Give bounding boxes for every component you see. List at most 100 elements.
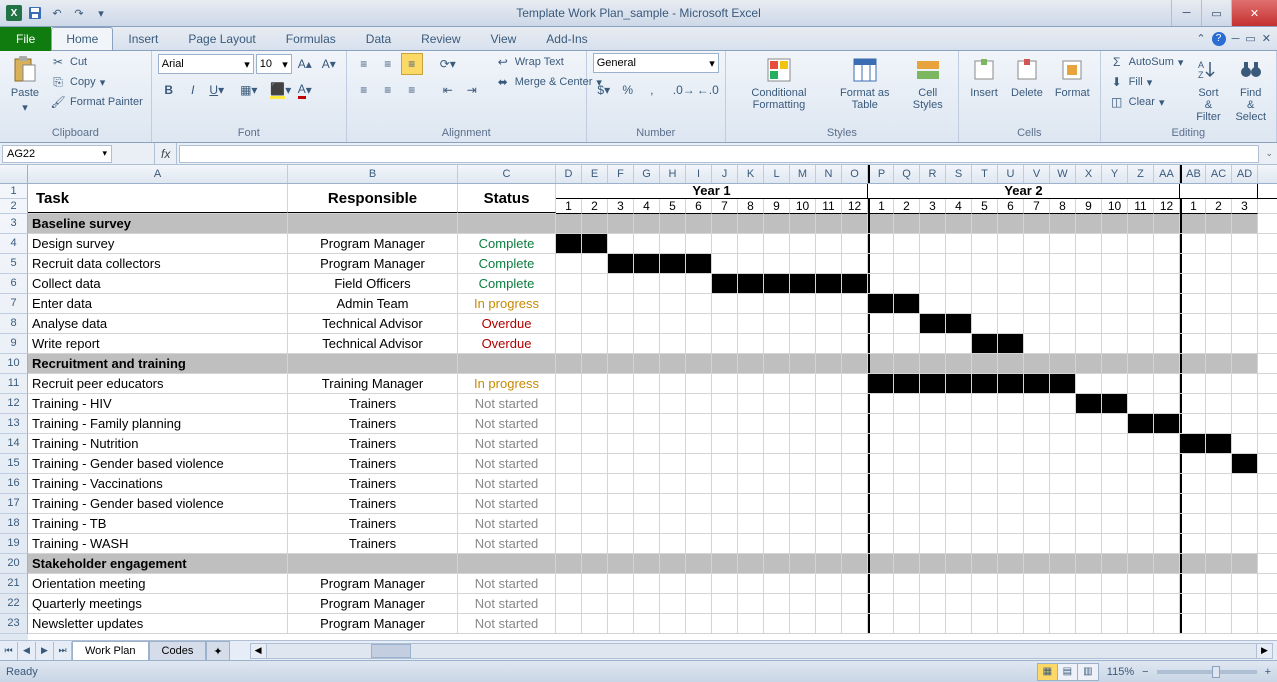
- border-button[interactable]: ▦▾: [238, 79, 260, 101]
- row-header[interactable]: 22: [0, 594, 28, 614]
- row-header[interactable]: 23: [0, 614, 28, 634]
- minimize-button[interactable]: ─: [1171, 0, 1201, 26]
- row-header[interactable]: 6: [0, 274, 28, 294]
- accounting-button[interactable]: $▾: [593, 79, 615, 101]
- row-header[interactable]: 5: [0, 254, 28, 274]
- row-header[interactable]: 18: [0, 514, 28, 534]
- percent-button[interactable]: %: [617, 79, 639, 101]
- last-sheet-button[interactable]: ⏭: [54, 642, 72, 660]
- col-header[interactable]: AB: [1180, 165, 1206, 183]
- fx-button[interactable]: fx: [154, 143, 177, 164]
- col-header[interactable]: AA: [1154, 165, 1180, 183]
- row-header[interactable]: 11: [0, 374, 28, 394]
- align-top-button[interactable]: ≡: [353, 53, 375, 75]
- col-header[interactable]: X: [1076, 165, 1102, 183]
- orientation-button[interactable]: ⟳▾: [437, 53, 459, 75]
- cells-area[interactable]: Task Responsible Status Year 1 Year 2 12…: [28, 184, 1277, 640]
- sort-filter-button[interactable]: AZSort & Filter: [1189, 53, 1227, 125]
- font-size-select[interactable]: 10▾: [256, 54, 292, 74]
- align-center-button[interactable]: ≡: [377, 79, 399, 101]
- zoom-slider[interactable]: [1157, 670, 1257, 674]
- col-header[interactable]: M: [790, 165, 816, 183]
- col-header[interactable]: B: [288, 165, 458, 183]
- underline-button[interactable]: U▾: [206, 79, 228, 101]
- tab-page-layout[interactable]: Page Layout: [173, 27, 270, 50]
- sheet-tab-workplan[interactable]: Work Plan: [72, 641, 149, 660]
- fill-color-button[interactable]: ⬛▾: [270, 79, 292, 101]
- row-header[interactable]: 15: [0, 454, 28, 474]
- cut-button[interactable]: ✂Cut: [48, 53, 145, 71]
- format-cells-button[interactable]: Format: [1051, 53, 1094, 101]
- font-color-button[interactable]: A▾: [294, 79, 316, 101]
- align-bottom-button[interactable]: ≡: [401, 53, 423, 75]
- scroll-left-button[interactable]: ◀: [251, 644, 267, 658]
- decrease-indent-button[interactable]: ⇤: [437, 79, 459, 101]
- autosum-button[interactable]: ΣAutoSum ▾: [1107, 53, 1186, 71]
- minimize-ribbon-icon[interactable]: ⌃: [1196, 32, 1205, 45]
- number-format-select[interactable]: General▾: [593, 53, 719, 73]
- col-header[interactable]: K: [738, 165, 764, 183]
- align-left-button[interactable]: ≡: [353, 79, 375, 101]
- prev-sheet-button[interactable]: ◀: [18, 642, 36, 660]
- col-header[interactable]: R: [920, 165, 946, 183]
- row-header[interactable]: 12: [0, 394, 28, 414]
- col-header[interactable]: Q: [894, 165, 920, 183]
- increase-indent-button[interactable]: ⇥: [461, 79, 483, 101]
- italic-button[interactable]: I: [182, 79, 204, 101]
- col-header[interactable]: D: [556, 165, 582, 183]
- tab-data[interactable]: Data: [351, 27, 406, 50]
- col-header[interactable]: T: [972, 165, 998, 183]
- qat-customize-icon[interactable]: ▾: [92, 4, 110, 22]
- col-header[interactable]: J: [712, 165, 738, 183]
- row-header[interactable]: 19: [0, 534, 28, 554]
- col-header[interactable]: U: [998, 165, 1024, 183]
- font-name-select[interactable]: Arial▾: [158, 54, 254, 74]
- tab-add-ins[interactable]: Add-Ins: [531, 27, 602, 50]
- row-header[interactable]: 8: [0, 314, 28, 334]
- name-box[interactable]: AG22▾: [2, 145, 112, 163]
- format-as-table-button[interactable]: Format as Table: [830, 53, 899, 113]
- comma-button[interactable]: ,: [641, 79, 663, 101]
- col-header[interactable]: W: [1050, 165, 1076, 183]
- row-header[interactable]: 3: [0, 214, 28, 234]
- close-button[interactable]: ✕: [1231, 0, 1277, 26]
- paste-button[interactable]: Paste▾: [6, 53, 44, 116]
- workbook-close-icon[interactable]: ✕: [1262, 32, 1271, 45]
- row-header[interactable]: 10: [0, 354, 28, 374]
- format-painter-button[interactable]: 🖌Format Painter: [48, 93, 145, 111]
- col-header[interactable]: A: [28, 165, 288, 183]
- scroll-thumb[interactable]: [371, 644, 411, 658]
- bold-button[interactable]: B: [158, 79, 180, 101]
- zoom-in-button[interactable]: +: [1265, 666, 1271, 678]
- cell-styles-button[interactable]: Cell Styles: [903, 53, 952, 113]
- align-right-button[interactable]: ≡: [401, 79, 423, 101]
- col-header[interactable]: Y: [1102, 165, 1128, 183]
- tab-review[interactable]: Review: [406, 27, 475, 50]
- normal-view-button[interactable]: ▦: [1038, 664, 1058, 680]
- row-header[interactable]: 9: [0, 334, 28, 354]
- next-sheet-button[interactable]: ▶: [36, 642, 54, 660]
- grow-font-button[interactable]: A▴: [294, 53, 316, 75]
- clear-button[interactable]: ◫Clear ▾: [1107, 93, 1186, 111]
- row-header[interactable]: 17: [0, 494, 28, 514]
- page-layout-view-button[interactable]: ▤: [1058, 664, 1078, 680]
- redo-button[interactable]: ↷: [70, 4, 88, 22]
- fill-button[interactable]: ⬇Fill ▾: [1107, 73, 1186, 91]
- col-header[interactable]: G: [634, 165, 660, 183]
- conditional-formatting-button[interactable]: Conditional Formatting: [732, 53, 826, 113]
- col-header[interactable]: O: [842, 165, 868, 183]
- row-header[interactable]: 20: [0, 554, 28, 574]
- col-header[interactable]: I: [686, 165, 712, 183]
- undo-button[interactable]: ↶: [48, 4, 66, 22]
- row-header[interactable]: 7: [0, 294, 28, 314]
- new-sheet-button[interactable]: ✦: [206, 641, 229, 660]
- save-button[interactable]: [26, 4, 44, 22]
- row-header[interactable]: 16: [0, 474, 28, 494]
- workbook-min-icon[interactable]: ─: [1232, 33, 1240, 45]
- find-select-button[interactable]: Find & Select: [1231, 53, 1270, 125]
- row-header[interactable]: 21: [0, 574, 28, 594]
- tab-home[interactable]: Home: [51, 27, 113, 50]
- col-header[interactable]: S: [946, 165, 972, 183]
- row-header[interactable]: 1: [0, 184, 28, 199]
- formula-input[interactable]: [179, 145, 1259, 163]
